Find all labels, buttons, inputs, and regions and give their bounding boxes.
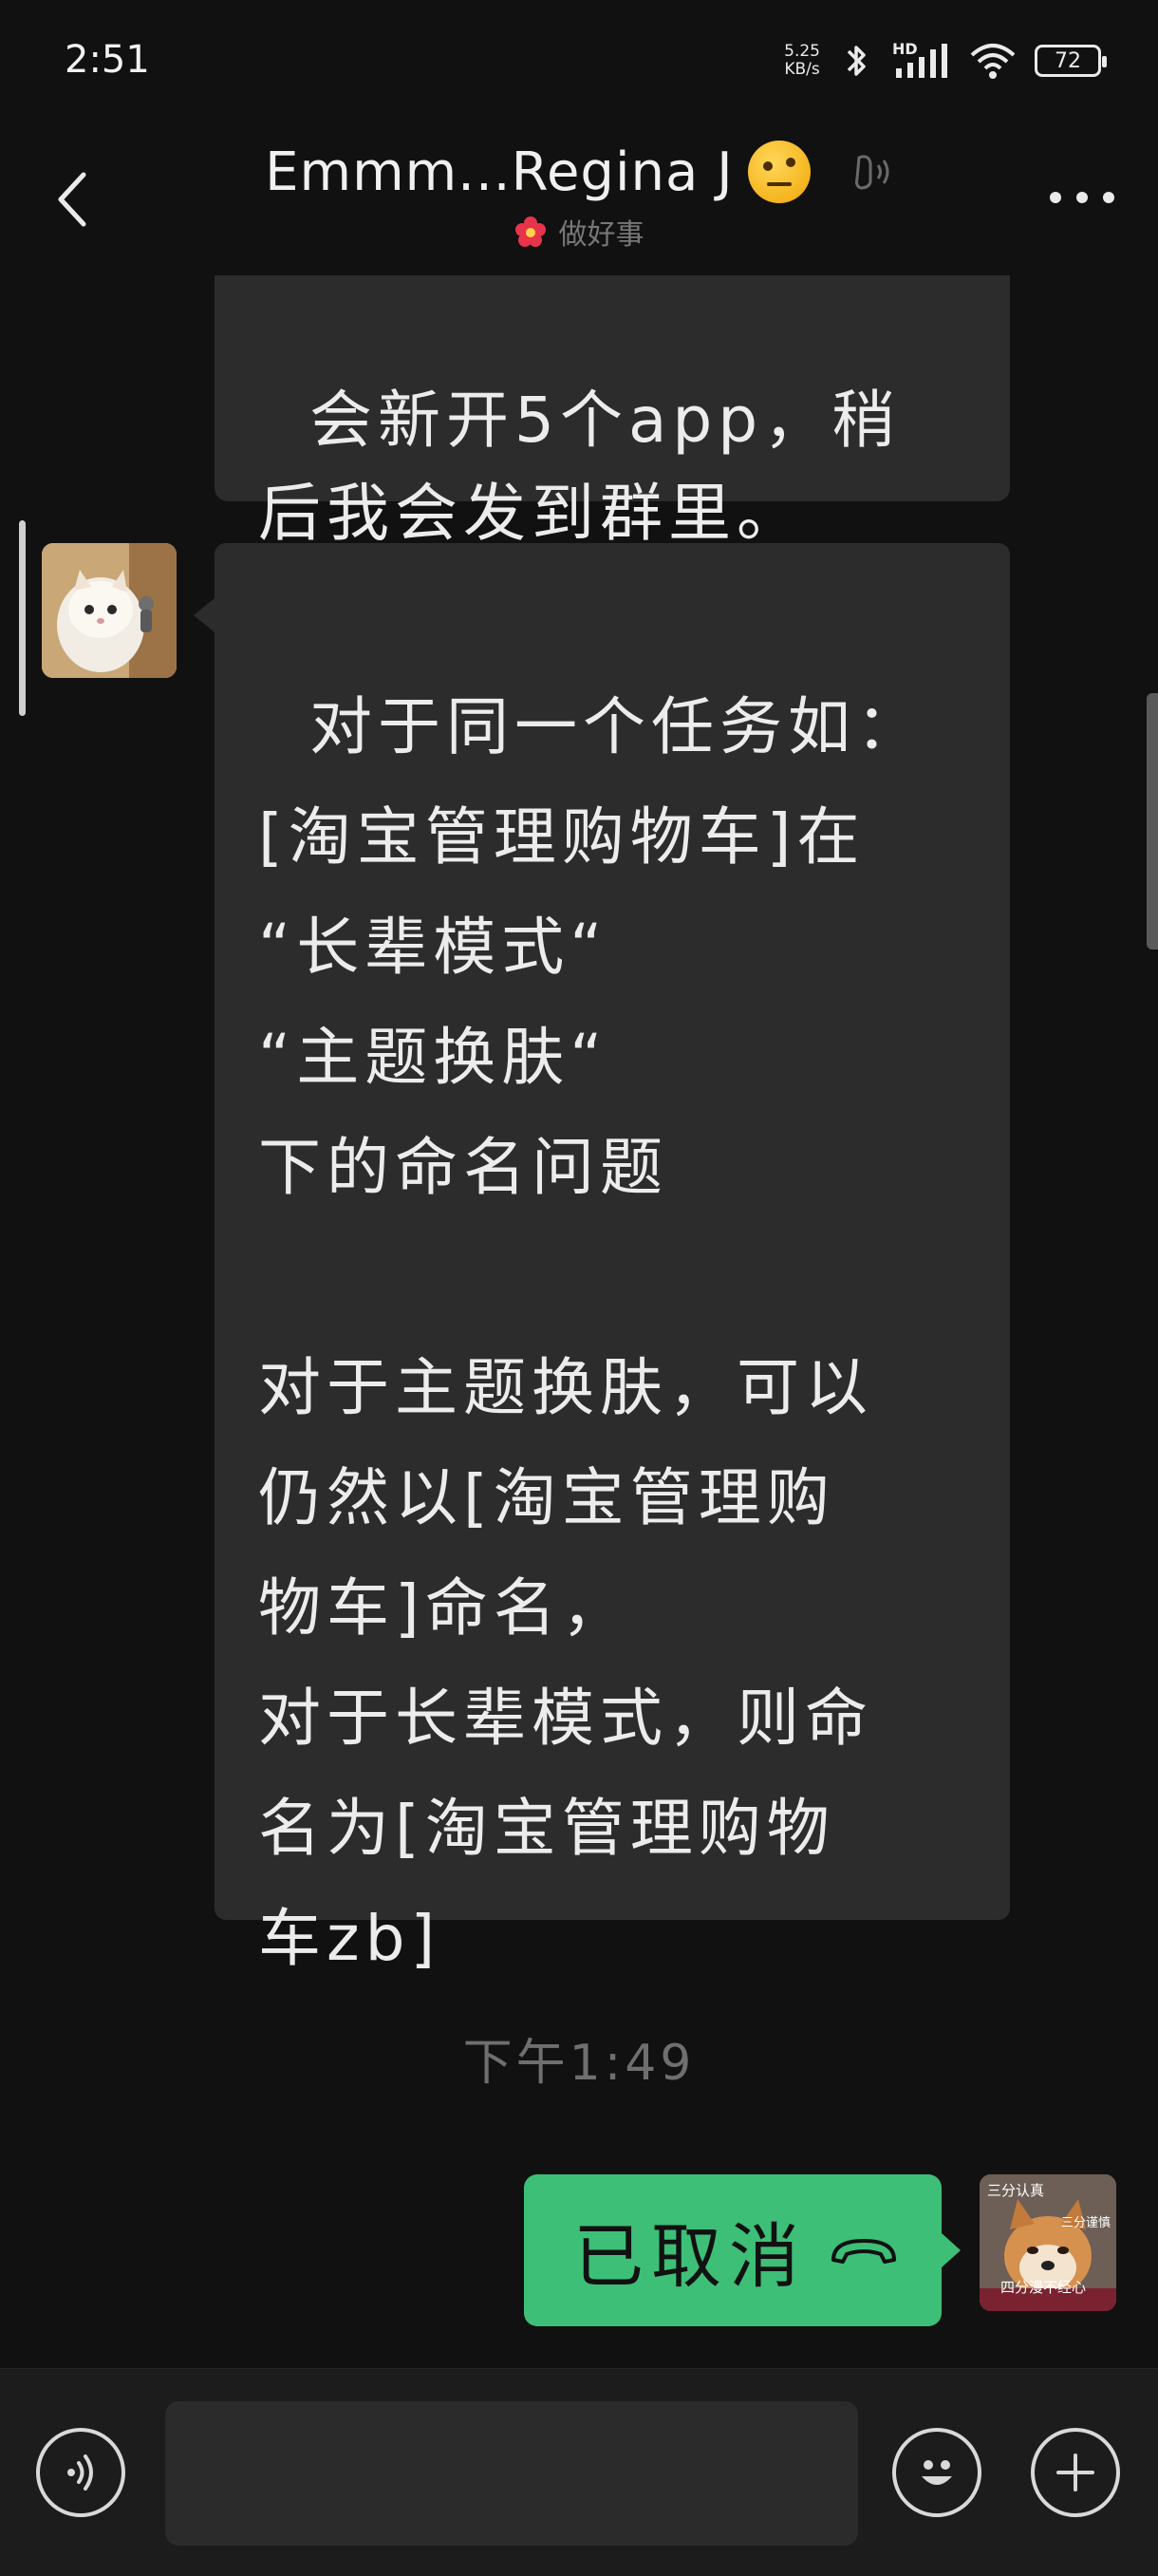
plus-button[interactable]: [1031, 2428, 1120, 2517]
message-input[interactable]: [165, 2401, 858, 2546]
status-bar: 2:51 5.25 KB/s HD 72: [0, 0, 1158, 123]
status-time: 2:51: [65, 38, 150, 82]
battery-level: 72: [1055, 48, 1081, 73]
plus-icon: [1056, 2454, 1094, 2491]
voice-input-button[interactable]: [36, 2428, 125, 2517]
voice-input-icon: [67, 2454, 93, 2491]
message-text: 会新开5个app，稍 后我会发到群里。: [258, 384, 901, 550]
net-speed-unit: KB/s: [784, 60, 820, 79]
more-dot: [1103, 192, 1114, 203]
my-avatar[interactable]: 三分认真 三分谨慎 四分漫不经心: [980, 2174, 1116, 2311]
message-bubble-incoming[interactable]: 对于同一个任务如： [淘宝管理购物车]在 “长辈模式“ “主题换肤“ 下的命名问…: [194, 543, 1010, 1975]
title-row: Emmm...Regina J: [0, 141, 1158, 203]
phone-hangup-icon: [831, 2239, 896, 2264]
earpiece-mode-icon: [854, 155, 889, 190]
net-speed: 5.25 KB/s: [784, 43, 820, 79]
wifi-icon: [970, 44, 1016, 79]
status-icons: 5.25 KB/s HD 72: [784, 36, 1107, 85]
raised-eyebrow-emoji-icon: [747, 141, 811, 203]
more-dot: [1050, 192, 1061, 203]
signal-block: HD: [892, 40, 951, 82]
message-bubble-incoming-partial[interactable]: 会新开5个app，稍 后我会发到群里。: [215, 275, 1010, 550]
cat-avatar-image: [42, 543, 177, 678]
sticker-caption-top-right: 三分谨慎: [1060, 2216, 1111, 2230]
net-speed-value: 5.25: [784, 42, 820, 61]
signal-icon: [896, 44, 947, 78]
scrollbar-thumb[interactable]: [1147, 693, 1158, 950]
contact-avatar[interactable]: [42, 543, 177, 678]
sticker-caption-top-left: 三分认真: [987, 2182, 1045, 2199]
more-options-button[interactable]: [1044, 182, 1120, 211]
chat-title[interactable]: Emmm...Regina J: [265, 141, 734, 203]
message-highlight-bar: [19, 520, 26, 716]
call-status-text: 已取消: [573, 2215, 807, 2298]
chat-header: Emmm...Regina J 做好事: [0, 123, 1158, 275]
sticker-caption-bottom: 四分漫不经心: [1000, 2279, 1087, 2296]
emoji-button[interactable]: [892, 2428, 981, 2517]
call-cancelled-bubble[interactable]: 已取消: [524, 2174, 961, 2326]
bluetooth-icon: [847, 46, 866, 76]
input-bar: [0, 2368, 1158, 2576]
message-timestamp: 下午1:49: [462, 2035, 696, 2092]
more-dot: [1076, 192, 1088, 203]
flower-icon: [515, 216, 547, 247]
emoji-icon: [922, 2460, 952, 2485]
battery-indicator: 72: [1035, 45, 1107, 77]
message-text: 对于同一个任务如： [淘宝管理购物车]在 “长辈模式“ “主题换肤“ 下的命名问…: [258, 690, 925, 1975]
status-subtitle: 做好事: [558, 218, 644, 252]
subtitle-row: 做好事: [0, 211, 1158, 253]
